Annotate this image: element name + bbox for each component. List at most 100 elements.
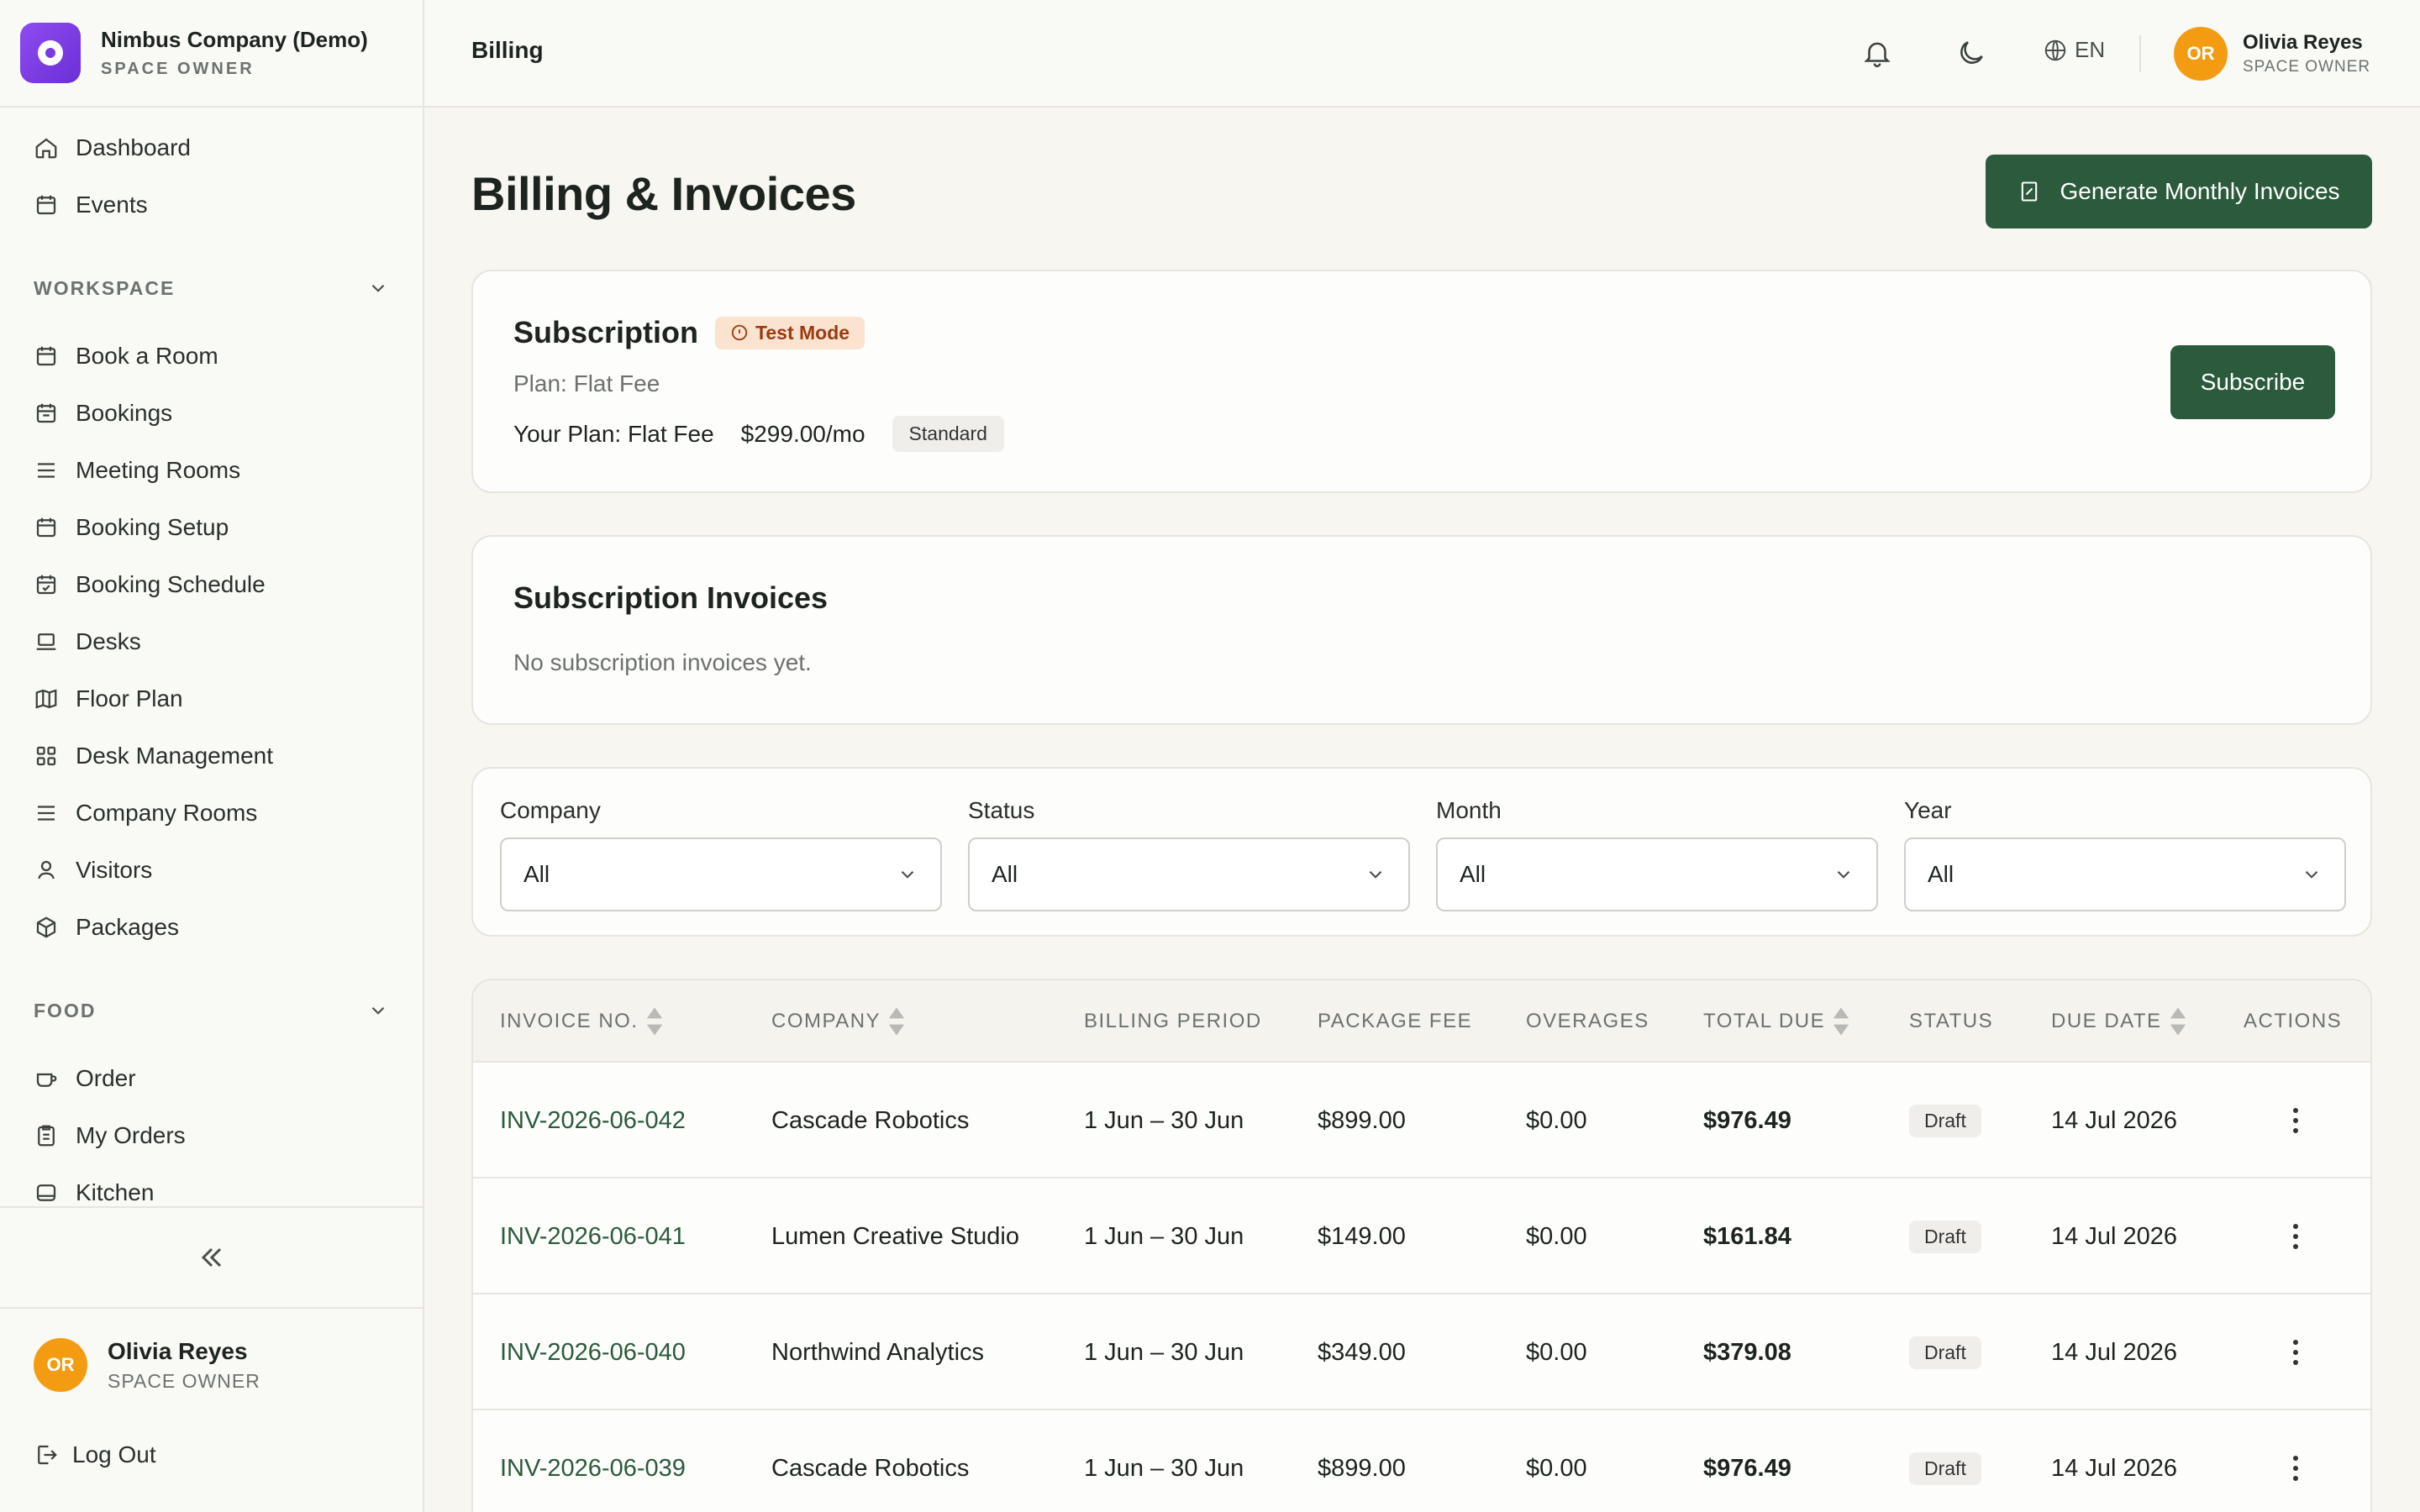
sidebar-item-floor-plan[interactable]: Floor Plan [34, 679, 183, 719]
more-vertical-icon[interactable] [2279, 1220, 2312, 1253]
subscribe-button[interactable]: Subscribe [2170, 345, 2335, 419]
invoice-link[interactable]: INV-2026-06-041 [500, 1179, 686, 1294]
column-due-date[interactable]: DUE DATE [2051, 980, 2187, 1063]
chevron-down-icon [901, 870, 914, 879]
table-row: INV-2026-06-041 Lumen Creative Studio 1 … [473, 1179, 2370, 1294]
sidebar-item-label: Desks [76, 628, 141, 654]
sidebar-item-booking-setup[interactable]: Booking Setup [34, 507, 229, 548]
plan-price: $299.00/mo [740, 420, 865, 447]
chevron-down-icon [371, 1006, 385, 1015]
table-row: INV-2026-06-040 Northwind Analytics 1 Ju… [473, 1294, 2370, 1410]
sidebar-item-label: Floor Plan [76, 685, 183, 711]
list-icon [38, 806, 55, 821]
sidebar-item-desks[interactable]: Desks [34, 622, 141, 662]
cell-due: 14 Jul 2026 [2051, 1454, 2177, 1482]
cell-status: Draft [1909, 1179, 1981, 1294]
logout-icon [38, 1445, 57, 1465]
cell-company: Lumen Creative Studio [771, 1222, 1019, 1250]
sidebar-item-booking-schedule[interactable]: Booking Schedule [34, 564, 266, 605]
collapse-sidebar-button[interactable] [0, 1206, 423, 1309]
status-badge: Draft [1909, 1336, 1981, 1369]
more-vertical-icon[interactable] [2279, 1452, 2312, 1485]
globe-icon [2044, 39, 2066, 60]
invoice-link[interactable]: INV-2026-06-042 [500, 1063, 686, 1179]
section-food-toggle[interactable]: FOOD [34, 994, 389, 1027]
sidebar-item-kitchen[interactable]: Kitchen [34, 1173, 154, 1206]
status-select[interactable]: All [968, 837, 1410, 911]
column-invoice-no[interactable]: INVOICE NO. [500, 980, 664, 1063]
logout-button[interactable]: Log Out [34, 1441, 156, 1468]
year-select[interactable]: All [1904, 837, 2346, 911]
cell-company: Cascade Robotics [771, 1454, 970, 1482]
invoice-link[interactable]: INV-2026-06-039 [500, 1410, 686, 1512]
user-role: SPACE OWNER [2243, 58, 2371, 76]
more-vertical-icon[interactable] [2279, 1104, 2312, 1137]
sidebar-item-desk-management[interactable]: Desk Management [34, 736, 273, 776]
sidebar-item-dashboard[interactable]: Dashboard [34, 128, 191, 168]
more-vertical-icon[interactable] [2279, 1336, 2312, 1369]
org-switcher[interactable]: Nimbus Company (Demo) SPACE OWNER [0, 0, 423, 108]
bell-icon[interactable] [1861, 37, 1893, 69]
sidebar-item-packages[interactable]: Packages [34, 907, 179, 948]
moon-icon[interactable] [1955, 37, 1987, 69]
calendar-icon [36, 195, 56, 215]
chevron-down-icon [1369, 870, 1382, 879]
invoice-link[interactable]: INV-2026-06-040 [500, 1294, 686, 1410]
sidebar-item-my-orders[interactable]: My Orders [34, 1116, 186, 1156]
cell-fee: $349.00 [1318, 1338, 1406, 1366]
section-food-label: FOOD [34, 999, 97, 1021]
select-value: All [1928, 861, 1954, 887]
sidebar-item-book-a-room[interactable]: Book a Room [34, 336, 218, 376]
column-label: BILLING PERIOD [1084, 1010, 1262, 1032]
column-label: STATUS [1909, 1010, 1994, 1032]
test-mode-badge: Test Mode [715, 316, 865, 349]
chevron-down-icon [2305, 870, 2318, 879]
column-label: COMPANY [771, 1010, 881, 1032]
sidebar-item-bookings[interactable]: Bookings [34, 393, 172, 433]
table-row: INV-2026-06-042 Cascade Robotics 1 Jun –… [473, 1063, 2370, 1179]
sidebar-item-visitors[interactable]: Visitors [34, 850, 152, 890]
sidebar-item-company-rooms[interactable]: Company Rooms [34, 793, 257, 833]
generate-invoices-button[interactable]: Generate Monthly Invoices [1986, 155, 2372, 228]
column-company[interactable]: COMPANY [771, 980, 906, 1063]
sidebar: Nimbus Company (Demo) SPACE OWNER Dashbo… [0, 0, 424, 1512]
sidebar-item-order[interactable]: Order [34, 1058, 136, 1099]
column-actions: ACTIONS [2244, 980, 2342, 1063]
invoices-table: INVOICE NO. COMPANY BILLING PERIOD PACKA… [471, 979, 2372, 1512]
user-icon [38, 860, 55, 879]
sidebar-item-label: Visitors [76, 857, 153, 883]
section-workspace-toggle[interactable]: WORKSPACE [34, 271, 389, 305]
cell-fee: $899.00 [1318, 1454, 1406, 1482]
sidebar-item-label: Dashboard [76, 134, 191, 160]
sidebar-item-events[interactable]: Events [34, 185, 148, 225]
sidebar-item-label: Packages [76, 914, 179, 940]
page-title: Billing & Invoices [471, 167, 856, 220]
test-mode-label: Test Mode [755, 321, 850, 344]
sidebar-item-meeting-rooms[interactable]: Meeting Rooms [34, 450, 240, 491]
company-select[interactable]: All [500, 837, 942, 911]
row-actions [2279, 1410, 2312, 1512]
sidebar-item-label: Order [76, 1065, 136, 1091]
sidebar-item-label: Company Rooms [76, 800, 258, 826]
cell-overages: $0.00 [1526, 1222, 1587, 1250]
subscription-invoices-card: Subscription Invoices No subscription in… [471, 535, 2372, 725]
empty-state-text: No subscription invoices yet. [513, 649, 812, 675]
avatar: OR [2174, 27, 2228, 81]
language-label: EN [2075, 37, 2106, 62]
user-name: Olivia Reyes [2243, 31, 2363, 54]
filter-year: Year All [1904, 797, 2346, 911]
column-total-due[interactable]: TOTAL DUE [1703, 980, 1850, 1063]
column-label: PACKAGE FEE [1318, 1010, 1473, 1032]
month-select[interactable]: All [1436, 837, 1878, 911]
chevron-down-icon [371, 284, 385, 292]
status-badge: Draft [1909, 1220, 1981, 1253]
sidebar-item-label: Booking Schedule [76, 571, 266, 597]
calendar-check-icon [36, 575, 56, 595]
generate-invoices-label: Generate Monthly Invoices [2060, 178, 2340, 204]
cell-fee: $149.00 [1318, 1222, 1406, 1250]
filter-label: Month [1436, 797, 1502, 823]
column-label: DUE DATE [2051, 1010, 2162, 1032]
sidebar-item-label: Desk Management [76, 743, 274, 769]
language-switcher[interactable]: EN [2043, 37, 2105, 63]
user-menu[interactable]: OR Olivia Reyes SPACE OWNER [2174, 27, 2370, 81]
